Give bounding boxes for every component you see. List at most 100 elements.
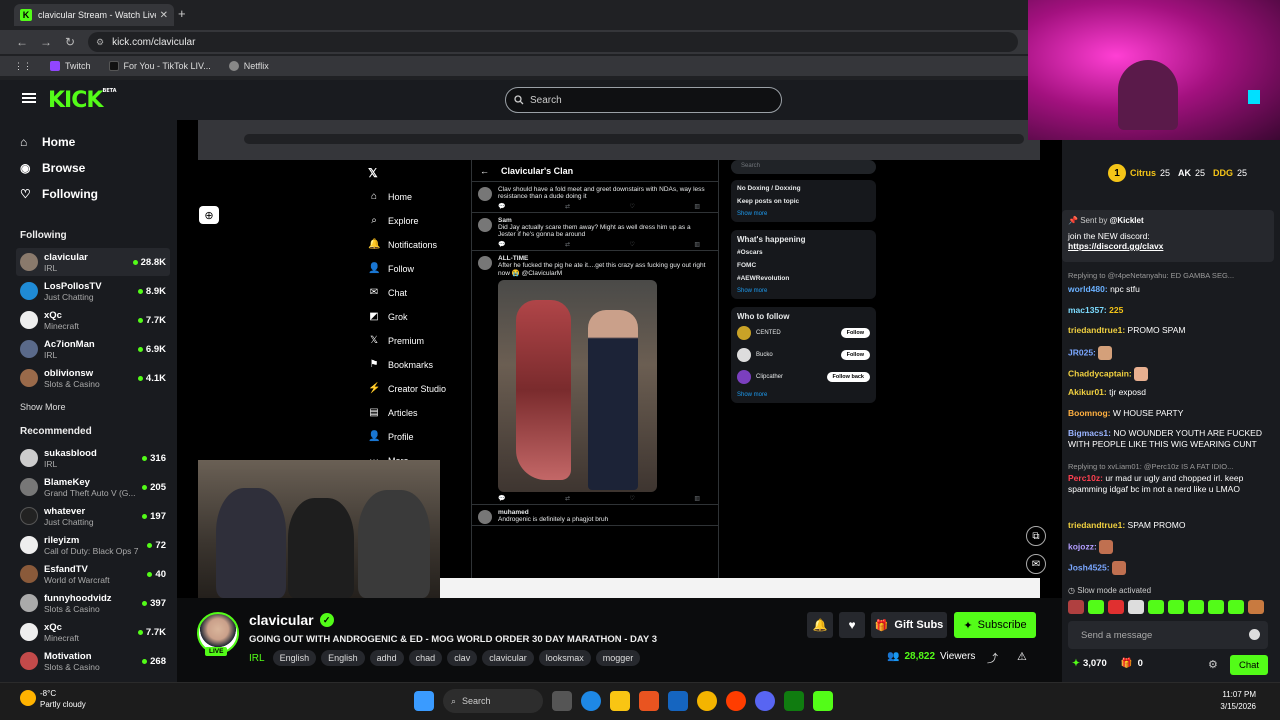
channel-motivation[interactable]: Motivation Slots & Casino 268 <box>16 647 170 675</box>
tag[interactable]: mogger <box>595 650 641 666</box>
emote-icon[interactable] <box>1068 600 1084 614</box>
emote-icon[interactable] <box>1228 600 1244 614</box>
chrome-icon[interactable] <box>697 691 717 711</box>
emoji-picker-icon[interactable] <box>1249 629 1260 640</box>
channel-xqc-rec[interactable]: xQc Minecraft 7.7K <box>16 618 170 646</box>
emote-icon[interactable] <box>1108 600 1124 614</box>
taskbar-clock[interactable]: 11:07 PM 3/15/2026 <box>1220 689 1256 713</box>
chat-footer: ✦ 3,070 🎁 0 <box>1072 658 1143 669</box>
channel-sukasblood[interactable]: sukasblood IRL 316 <box>16 444 170 472</box>
tag[interactable]: looksmax <box>538 650 591 666</box>
subscribe-button[interactable]: ✦ Subscribe <box>954 612 1036 638</box>
gift-subs-button[interactable]: 🎁 Gift Subs <box>871 612 947 638</box>
follow-suggestion: CENTED Follow <box>737 326 870 340</box>
sidebar-item-home[interactable]: ⌂ Home <box>20 135 75 149</box>
channel-ac7ionman[interactable]: Ac7ionMan IRL 6.9K <box>16 335 170 363</box>
tag[interactable]: English <box>272 650 317 666</box>
live-dot-icon <box>137 317 143 323</box>
sidebar-item-browse[interactable]: ◉ Browse <box>20 161 85 175</box>
channel-whatever[interactable]: whatever Just Chatting 197 <box>16 502 170 530</box>
chat-message: JR025: <box>1068 346 1274 360</box>
apps-icon[interactable]: ⋮⋮ <box>14 61 32 72</box>
tag[interactable]: English <box>321 650 365 666</box>
channel-xqc[interactable]: xQc Minecraft 7.7K <box>16 306 170 334</box>
search-input[interactable]: Search <box>505 87 782 113</box>
menu-icon[interactable] <box>22 93 36 103</box>
share-icon[interactable]: ⤴ <box>987 650 998 666</box>
viewer-count: 205 <box>142 482 166 493</box>
channel-rileyizm[interactable]: rileyizm Call of Duty: Black Ops 7 72 <box>16 531 170 559</box>
report-icon[interactable]: ⚠ <box>1017 650 1027 663</box>
emote-icon[interactable] <box>1148 600 1164 614</box>
chat-message: Josh4525: <box>1068 561 1274 575</box>
tag[interactable]: adhd <box>369 650 404 666</box>
channel-name[interactable]: clavicular ✓ <box>249 612 334 628</box>
live-dot-icon <box>147 542 153 548</box>
video-player[interactable]: 𝕏 ⌂ Home ⌕ Explore 🔔 Notifications 👤 Follow … <box>177 120 1062 598</box>
bookmark-tiktok[interactable]: For You - TikTok LIV... <box>108 61 211 71</box>
channel-clavicular[interactable]: clavicular IRL 28.8K <box>16 248 170 276</box>
follow-button[interactable]: ♥ <box>839 612 865 638</box>
pip-icon[interactable]: ⧉ <box>1026 526 1046 546</box>
windows-start-icon[interactable] <box>414 691 434 711</box>
sidebar-item-following[interactable]: ♡ Following <box>20 187 98 201</box>
emote-icon[interactable] <box>1188 600 1204 614</box>
notification-bell-button[interactable]: 🔔 <box>807 612 833 638</box>
reload-icon[interactable]: ↻ <box>58 35 82 49</box>
weather-widget[interactable]: -8°C Partly cloudy <box>20 688 86 710</box>
edge-icon[interactable] <box>581 691 601 711</box>
x-nav-profile: 👤 Profile <box>368 431 414 442</box>
mail-icon[interactable]: ✉ <box>1026 554 1046 574</box>
emote-icon[interactable] <box>1168 600 1184 614</box>
emote-icon[interactable] <box>1088 600 1104 614</box>
chat-send-button[interactable]: Chat <box>1230 655 1268 675</box>
bookmark-icon: ⚑ <box>369 359 379 370</box>
emote-icon[interactable] <box>1248 600 1264 614</box>
kick-logo[interactable]: KICKBETA <box>48 88 117 113</box>
address-bar[interactable]: ⚙ kick.com/clavicular <box>88 32 1018 52</box>
outlook-icon[interactable] <box>668 691 688 711</box>
bookmark-twitch[interactable]: Twitch <box>50 61 91 71</box>
site-info-icon[interactable]: ⚙ <box>96 37 104 48</box>
discord-icon[interactable] <box>755 691 775 711</box>
channel-blamekey[interactable]: BlameKey Grand Theft Auto V (G... 205 <box>16 473 170 501</box>
back-icon[interactable]: ← <box>10 35 34 49</box>
viewer-count: 268 <box>142 656 166 667</box>
emote-icon[interactable] <box>1208 600 1224 614</box>
browser-tab[interactable]: K clavicular Stream - Watch Live o ✕ <box>14 4 174 26</box>
channel-funnyhoodvidz[interactable]: funnyhoodvidz Slots & Casino 397 <box>16 589 170 617</box>
beta-label: BETA <box>102 88 117 94</box>
channel-lospollostv[interactable]: LosPollosTV Just Chatting 8.9K <box>16 277 170 305</box>
chat-settings-icon[interactable]: ⚙ <box>1208 658 1218 671</box>
tag[interactable]: clavicular <box>482 650 534 666</box>
emote-icon[interactable] <box>1128 600 1144 614</box>
views-icon: ▥ <box>694 496 700 502</box>
channel-name: whatever <box>44 505 86 517</box>
forward-icon[interactable]: → <box>34 35 58 49</box>
points-icon: ✦ <box>1072 658 1080 669</box>
post-text: Clav should have a fold meet and greet d… <box>498 186 705 200</box>
stream-info: LIVE clavicular ✓ GOING OUT WITH ANDROGEN… <box>177 598 1062 682</box>
store-icon[interactable] <box>639 691 659 711</box>
new-tab-icon[interactable]: + <box>178 6 186 21</box>
chat-input[interactable]: Send a message <box>1068 621 1268 649</box>
tag[interactable]: clav <box>447 650 478 666</box>
show-more-following[interactable]: Show More <box>20 402 66 412</box>
kick-icon[interactable] <box>813 691 833 711</box>
x-feed: ← Clavicular's Clan Clav should have a fo… <box>471 160 719 578</box>
like-icon: ♡ <box>629 496 635 502</box>
task-view-icon[interactable] <box>552 691 572 711</box>
file-explorer-icon[interactable] <box>610 691 630 711</box>
x-logo-icon: 𝕏 <box>368 166 378 180</box>
xbox-icon[interactable] <box>784 691 804 711</box>
channel-oblivionsw[interactable]: oblivionsw Slots & Casino 4.1K <box>16 364 170 392</box>
bookmark-netflix[interactable]: Netflix <box>228 61 269 71</box>
tag[interactable]: chad <box>408 650 443 666</box>
app-icon[interactable] <box>726 691 746 711</box>
close-tab-icon[interactable]: ✕ <box>160 10 168 21</box>
channel-esfandtv[interactable]: EsfandTV World of Warcraft 40 <box>16 560 170 588</box>
pinned-link[interactable]: https://discord.gg/clavx <box>1068 241 1163 251</box>
taskbar-search[interactable]: ⌕ Search <box>443 689 543 713</box>
category-link[interactable]: IRL <box>249 653 265 664</box>
avatar <box>20 311 38 329</box>
